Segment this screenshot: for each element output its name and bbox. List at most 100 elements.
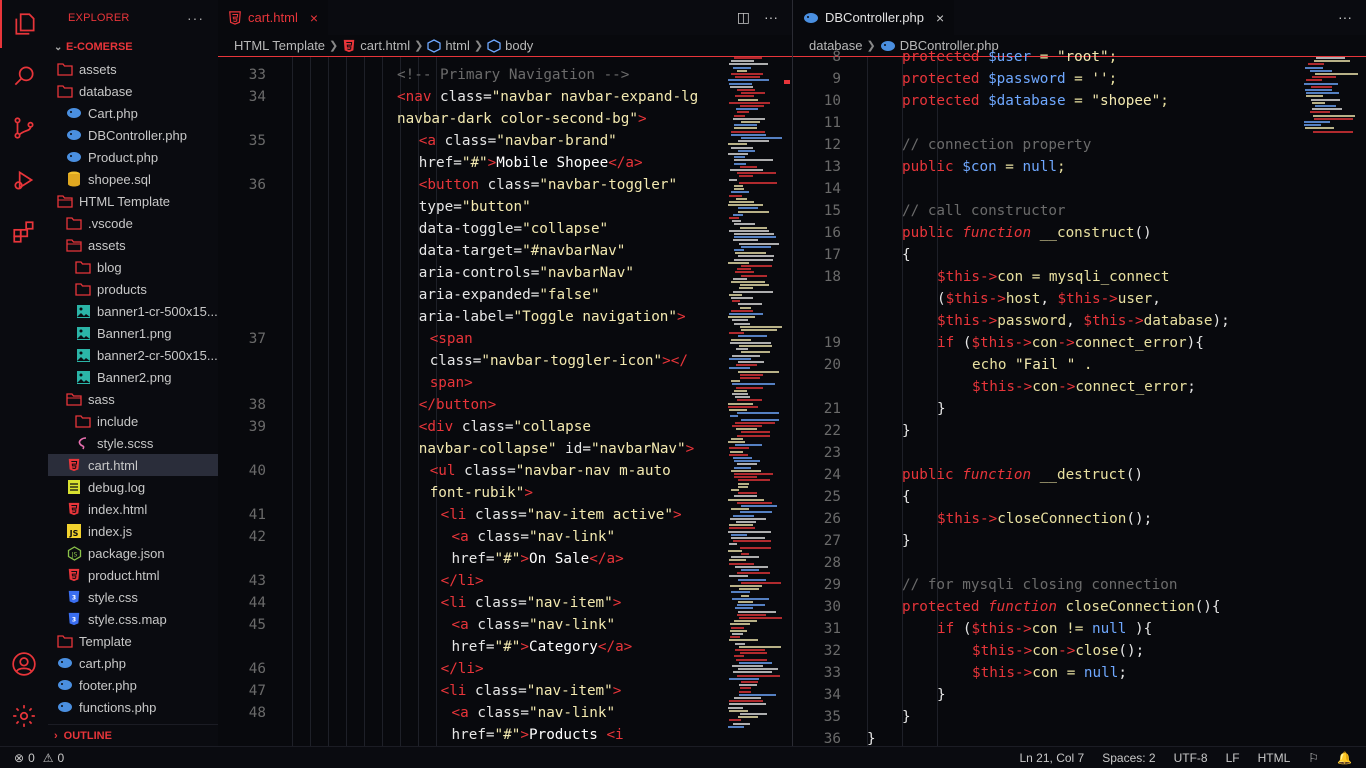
- line-number: 33: [823, 665, 841, 681]
- explorer-icon[interactable]: [0, 0, 48, 48]
- tab-dbcontroller-php[interactable]: DBController.php ×: [793, 0, 955, 35]
- tree-item[interactable]: HTML Template: [48, 190, 218, 212]
- tree-item[interactable]: banner2-cr-500x15...: [48, 344, 218, 366]
- tree-item[interactable]: Banner2.png: [48, 366, 218, 388]
- line-number: 16: [823, 225, 841, 241]
- code-token: </button>: [418, 397, 497, 413]
- tree-item[interactable]: Cart.php: [48, 102, 218, 124]
- code-token: href=: [451, 551, 495, 567]
- settings-gear-icon[interactable]: [0, 692, 48, 740]
- html-icon: [66, 457, 82, 473]
- tree-item[interactable]: database: [48, 80, 218, 102]
- minimap-line: [734, 249, 744, 251]
- tree-item[interactable]: cart.php: [48, 652, 218, 674]
- tree-item[interactable]: JS package.json: [48, 542, 218, 564]
- tree-item[interactable]: DBController.php: [48, 124, 218, 146]
- code-token: On Sale: [528, 551, 590, 567]
- line-number: 48: [248, 705, 266, 721]
- code-token: navbar-dark color-second-bg": [397, 111, 639, 127]
- minimap[interactable]: [1303, 57, 1363, 746]
- indent-guide: [364, 57, 365, 746]
- tree-item[interactable]: .vscode: [48, 212, 218, 234]
- minimap-line: [733, 213, 743, 216]
- tree-item[interactable]: 3 style.css.map: [48, 608, 218, 630]
- code-token: }: [937, 687, 946, 703]
- editor-group-right: DBController.php × ··· database ❯ DBContro…: [793, 0, 1366, 746]
- tree-item[interactable]: footer.php: [48, 674, 218, 696]
- minimap-line: [741, 681, 758, 683]
- close-icon[interactable]: ×: [936, 10, 944, 26]
- tree-item[interactable]: Template: [48, 630, 218, 652]
- code-token: <a: [451, 617, 478, 633]
- code-token: ){: [1186, 335, 1204, 351]
- folder-icon: [75, 259, 91, 275]
- code-token: <!-- Primary Navigation -->: [397, 67, 630, 83]
- breadcrumb-item[interactable]: cart.html: [360, 38, 410, 53]
- code-line: <a class="nav-link": [452, 702, 616, 724]
- outline-section[interactable]: › OUTLINE: [48, 724, 218, 746]
- language-mode[interactable]: HTML: [1258, 751, 1291, 765]
- tree-item[interactable]: banner1-cr-500x15...: [48, 300, 218, 322]
- indentation[interactable]: Spaces: 2: [1102, 751, 1155, 765]
- tree-item[interactable]: debug.log: [48, 476, 218, 498]
- line-ending[interactable]: LF: [1226, 751, 1240, 765]
- tree-item[interactable]: assets: [48, 234, 218, 256]
- feedback-icon[interactable]: ⚐: [1308, 751, 1319, 765]
- tree-item[interactable]: assets: [48, 58, 218, 80]
- split-editor-icon[interactable]: ◫: [737, 9, 750, 26]
- breadcrumb-item[interactable]: html: [445, 38, 470, 53]
- problems-indicator[interactable]: ⊗ 0 ⚠ 0: [0, 751, 64, 765]
- minimap-line: [731, 626, 744, 629]
- source-control-icon[interactable]: [0, 104, 48, 152]
- code-token: null: [1091, 621, 1127, 637]
- tree-item[interactable]: sass: [48, 388, 218, 410]
- breadcrumb-item[interactable]: HTML Template: [234, 38, 325, 53]
- tree-item[interactable]: shopee.sql: [48, 168, 218, 190]
- more-actions-icon[interactable]: ···: [187, 10, 204, 26]
- more-actions-icon[interactable]: ···: [764, 9, 778, 26]
- minimap-line: [1306, 95, 1323, 98]
- encoding[interactable]: UTF-8: [1174, 751, 1208, 765]
- code-token: __destruct: [1031, 467, 1126, 483]
- tree-item-label: Product.php: [88, 149, 159, 165]
- minimap-line: [736, 428, 757, 431]
- extensions-icon[interactable]: [0, 208, 48, 256]
- account-icon[interactable]: [0, 640, 48, 688]
- editor-actions: ···: [1338, 9, 1352, 25]
- minimap[interactable]: [728, 57, 788, 746]
- run-debug-icon[interactable]: [0, 156, 48, 204]
- tree-item[interactable]: products: [48, 278, 218, 300]
- minimap-line: [737, 501, 772, 504]
- minimap-line: [731, 489, 739, 491]
- code-token: "collapse: [513, 419, 591, 435]
- notifications-icon[interactable]: 🔔: [1337, 751, 1352, 765]
- tree-item[interactable]: Product.php: [48, 146, 218, 168]
- code-token: <a: [418, 133, 445, 149]
- project-root[interactable]: ⌄ E-COMERSE: [48, 36, 218, 58]
- tree-item[interactable]: include: [48, 410, 218, 432]
- close-icon[interactable]: ×: [310, 10, 318, 26]
- tree-item-label: assets: [88, 237, 126, 253]
- code-token: $this->: [972, 379, 1033, 395]
- cursor-position[interactable]: Ln 21, Col 7: [1020, 751, 1085, 765]
- minimap-line: [729, 453, 748, 456]
- tree-item[interactable]: index.html: [48, 498, 218, 520]
- minimap-line: [729, 677, 759, 680]
- tree-item[interactable]: product.html: [48, 564, 218, 586]
- tab-cart-html[interactable]: cart.html ×: [218, 0, 329, 35]
- minimap-line: [734, 127, 757, 130]
- search-icon[interactable]: [0, 52, 48, 100]
- tree-item[interactable]: blog: [48, 256, 218, 278]
- tree-item[interactable]: style.scss: [48, 432, 218, 454]
- tree-item[interactable]: 3 style.css: [48, 586, 218, 608]
- breadcrumb-item[interactable]: body: [505, 38, 533, 53]
- tree-item[interactable]: Banner1.png: [48, 322, 218, 344]
- tree-item[interactable]: cart.html: [48, 454, 218, 476]
- tree-item[interactable]: functions.php: [48, 696, 218, 718]
- minimap-line: [731, 130, 765, 133]
- code-token: "root": [1056, 49, 1109, 65]
- tree-item[interactable]: JS index.js: [48, 520, 218, 542]
- code-line: {: [902, 486, 911, 508]
- code-token: Mobile Shopee: [496, 155, 609, 171]
- more-actions-icon[interactable]: ···: [1338, 9, 1352, 25]
